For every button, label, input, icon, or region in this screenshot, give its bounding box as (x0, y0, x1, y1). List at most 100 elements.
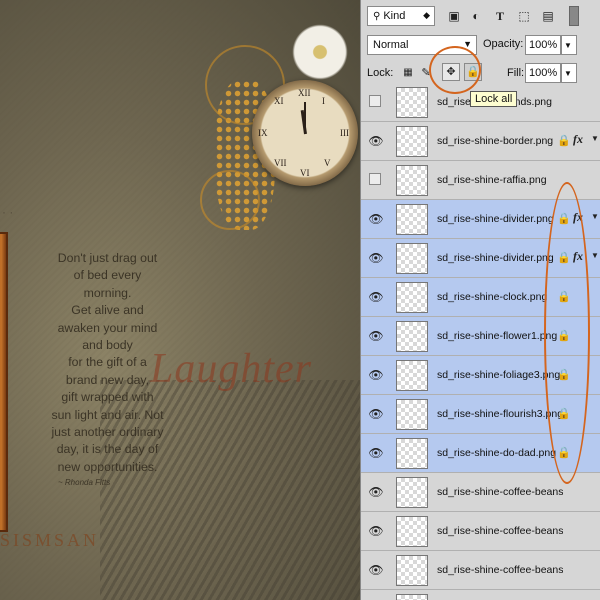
layer-thumbnail[interactable] (396, 87, 428, 118)
clock-numeral: XII (298, 88, 311, 98)
layer-name[interactable]: sd_rise-shine-coffee-beans.png (437, 525, 563, 537)
layer-name[interactable]: sd_rise-shine-foliage3.png (437, 369, 560, 381)
laughter-word-art: Laughter (150, 346, 313, 392)
visibility-toggle[interactable] (369, 173, 381, 185)
filter-kind-label: Kind (383, 10, 406, 22)
eye-icon[interactable]: 👁 (368, 330, 384, 342)
clock-numeral: XI (274, 96, 284, 106)
quote-author: ~ Rhonda Fitts (58, 478, 111, 487)
layer-name[interactable]: sd_rise-shine-border.png (437, 135, 553, 147)
layer-row[interactable]: 👁 (361, 590, 600, 600)
daisy-flower (285, 22, 355, 82)
layer-thumbnail[interactable] (396, 243, 428, 274)
eye-icon[interactable]: 👁 (368, 213, 384, 225)
layer-name[interactable]: sd_rise-shine-divider.png (437, 213, 554, 225)
filter-kind-select[interactable]: ⚲ Kind ◆ (367, 6, 435, 26)
eye-icon[interactable]: 👁 (368, 291, 384, 303)
eye-icon[interactable]: 👁 (368, 525, 384, 537)
layer-name[interactable]: sd_rise-shine-coffee-beans.png (437, 486, 563, 498)
eye-icon[interactable]: 👁 (368, 564, 384, 576)
clock-numeral: VII (274, 158, 287, 168)
document-canvas[interactable]: · · XII III VI IX I XI V VII Don't just … (0, 0, 360, 600)
filter-toggle-switch[interactable] (569, 6, 579, 26)
layer-thumbnail[interactable] (396, 477, 428, 508)
clock-numeral: V (324, 158, 331, 168)
eye-icon[interactable]: 👁 (368, 369, 384, 381)
fx-icon[interactable]: fx (573, 132, 583, 147)
swirl-decoration (200, 170, 260, 230)
quote-line: morning. (83, 285, 132, 300)
quote-line: just another ordinary (51, 425, 164, 440)
bottom-word-art: SISMSAN (0, 530, 100, 550)
layer-row[interactable]: 👁 sd_rise-shine-coffee-beans.png (361, 551, 600, 590)
layer-thumbnail[interactable] (396, 126, 428, 157)
chevron-down-icon: ▼ (564, 41, 572, 50)
layer-thumbnail[interactable] (396, 438, 428, 469)
layer-name[interactable]: sd_rise-shine-coffee-beans.png (437, 564, 563, 576)
layer-name[interactable]: sd_rise-shine-raffia.png (437, 174, 547, 186)
layer-name[interactable]: sd_rise-shine-flourish3.png (437, 408, 563, 420)
layer-thumbnail[interactable] (396, 204, 428, 235)
search-icon: ⚲ (373, 11, 381, 22)
layer-thumbnail[interactable] (396, 165, 428, 196)
updown-arrow-icon: ◆ (423, 10, 430, 20)
layer-thumbnail[interactable] (396, 360, 428, 391)
opacity-dropdown-button[interactable]: ▼ (561, 35, 577, 55)
clock-numeral: IX (258, 128, 268, 138)
photo-frame-edge (0, 232, 8, 532)
layer-thumbnail[interactable] (396, 516, 428, 547)
opacity-label: Opacity: (483, 38, 524, 50)
chevron-down-icon[interactable]: ▼ (591, 212, 599, 221)
shape-icon[interactable]: ⬚ (517, 9, 531, 23)
fill-input[interactable]: 100% (525, 63, 561, 83)
chevron-down-icon[interactable]: ▼ (591, 134, 599, 143)
layer-name[interactable]: sd_rise-shine-flower1.png (437, 330, 557, 342)
eye-icon[interactable]: 👁 (368, 135, 384, 147)
clock-numeral: VI (300, 168, 310, 178)
layer-thumbnail[interactable] (396, 555, 428, 586)
eye-icon[interactable]: 👁 (368, 408, 384, 420)
clock-embellishment: XII III VI IX I XI V VII (252, 80, 358, 186)
fill-label: Fill: (507, 67, 525, 79)
eye-icon[interactable]: 👁 (368, 486, 384, 498)
layer-name[interactable]: sd_rise-shine-clock.png (437, 291, 547, 303)
lock-transparent-pixels-icon[interactable]: ▦ (401, 66, 415, 80)
fill-value: 100% (529, 67, 558, 79)
lock-label: Lock: (367, 67, 394, 79)
quote-line: sun light and air. Not (51, 407, 164, 422)
quote-line: new opportunities. (57, 459, 158, 474)
image-icon[interactable]: ▣ (447, 9, 461, 23)
quote-line: Get alive and (71, 303, 144, 318)
adjustment-icon[interactable]: ◐ (469, 9, 483, 23)
chevron-down-icon: ▼ (564, 69, 572, 78)
lock-icon: 🔒 (557, 135, 571, 147)
layer-thumbnail[interactable] (396, 282, 428, 313)
eye-icon[interactable]: 👁 (368, 252, 384, 264)
clock-hour-hand (300, 110, 307, 135)
quote-line: awaken your mind (57, 320, 158, 335)
layer-row[interactable]: 👁 sd_rise-shine-border.png 🔒 fx ▼ (361, 122, 600, 161)
type-icon[interactable]: T (493, 9, 507, 23)
highlight-ellipse-locks (544, 182, 590, 484)
opacity-input[interactable]: 100% (525, 35, 561, 55)
highlight-circle-lock (429, 46, 481, 94)
visibility-toggle[interactable] (369, 95, 381, 107)
layer-thumbnail[interactable] (396, 594, 428, 600)
layer-row[interactable]: 👁 sd_rise-shine-coffee-beans.png (361, 512, 600, 551)
blend-mode-value: Normal (373, 39, 409, 51)
smart-object-icon[interactable]: ▤ (541, 9, 555, 23)
tooltip: Lock all (470, 91, 518, 107)
layer-thumbnail[interactable] (396, 399, 428, 430)
quote-line: day, it is the day of (56, 442, 159, 457)
eye-icon[interactable]: 👁 (368, 447, 384, 459)
side-decoration-text: · · (2, 205, 14, 219)
layer-thumbnail[interactable] (396, 321, 428, 352)
quote-line: Don't just drag out (57, 251, 158, 265)
fill-dropdown-button[interactable]: ▼ (561, 63, 577, 83)
clock-numeral: III (340, 128, 349, 138)
layer-name[interactable]: sd_rise-shine-do-dad.png (437, 447, 556, 459)
clock-numeral: I (322, 96, 325, 106)
opacity-value: 100% (529, 39, 558, 51)
layer-name[interactable]: sd_rise-shine-divider.png (437, 252, 554, 264)
chevron-down-icon[interactable]: ▼ (591, 251, 599, 260)
